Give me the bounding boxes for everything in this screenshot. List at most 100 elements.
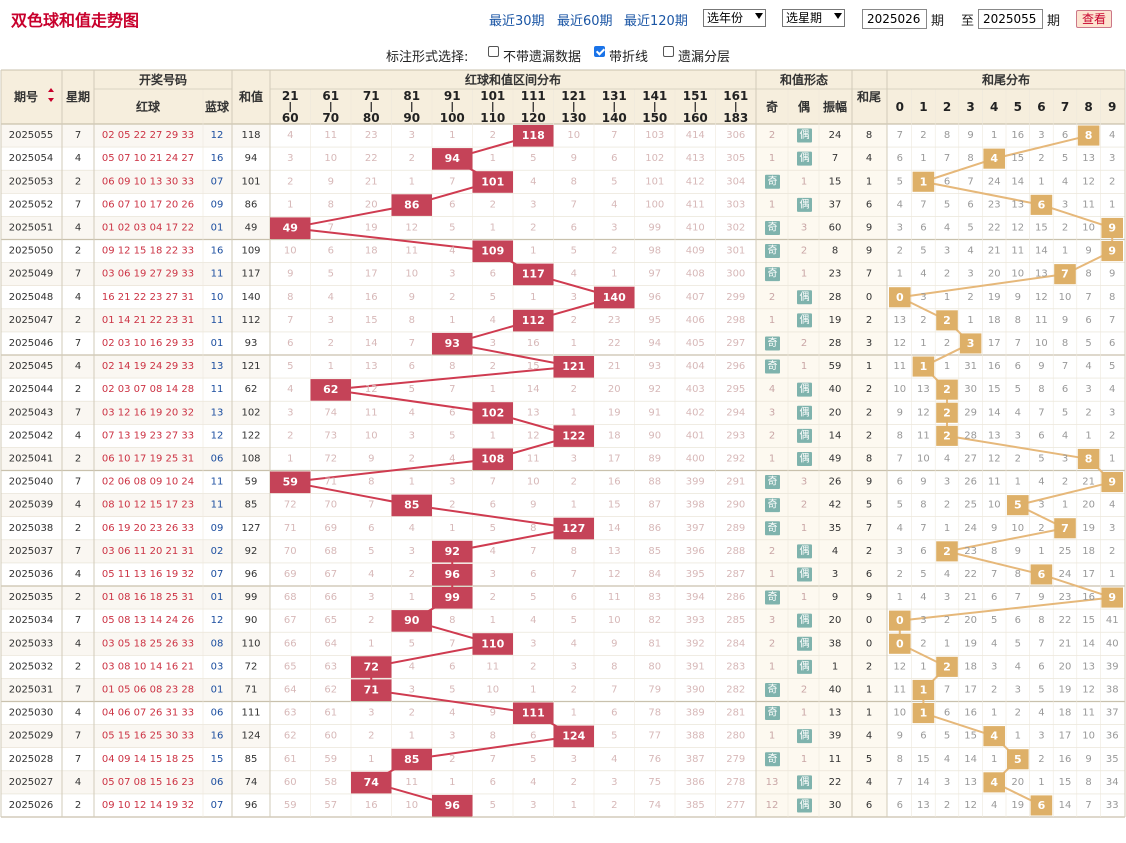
omission-value: 4 <box>409 407 415 418</box>
tail-value: 5 <box>866 500 872 511</box>
tail-omission: 4 <box>944 569 950 580</box>
tail-omission: 6 <box>1038 661 1044 672</box>
tail-omission: 4 <box>1038 708 1044 719</box>
tail-omission: 3 <box>1038 130 1044 141</box>
tail-omission: 8 <box>1015 569 1021 580</box>
amplitude-value: 30 <box>829 800 842 811</box>
red-balls: 04 09 14 15 18 25 <box>102 754 194 765</box>
omission-value: 391 <box>686 661 705 672</box>
blue-ball: 06 <box>211 708 224 719</box>
sum-hit-value: 99 <box>445 591 460 604</box>
omission-value: 4 <box>571 269 577 280</box>
sum-hit-value: 72 <box>364 660 379 673</box>
weekday-value: 4 <box>75 292 81 303</box>
tail-omission: 15 <box>988 384 1001 395</box>
sum-hit-value: 59 <box>283 476 298 489</box>
range-top-label: 101 <box>480 89 505 103</box>
range-top-label: 71 <box>363 89 380 103</box>
tail-hit-value: 9 <box>1108 245 1116 258</box>
tail-value: 1 <box>866 708 872 719</box>
tail-omission: 6 <box>1015 615 1021 626</box>
omission-value: 2 <box>530 661 536 672</box>
tail-omission: 20 <box>1059 661 1072 672</box>
tail-omission: 6 <box>920 222 926 233</box>
tail-omission: 7 <box>897 777 903 788</box>
weekday-value: 2 <box>75 384 81 395</box>
omission-value: 5 <box>409 638 415 649</box>
tail-omission: 20 <box>964 615 977 626</box>
tail-omission: 2 <box>944 800 950 811</box>
red-balls: 02 03 10 16 29 33 <box>102 338 194 349</box>
tail-omission: 2 <box>920 315 926 326</box>
issue-number: 2025052 <box>9 199 54 210</box>
tail-digit-header: 6 <box>1037 100 1045 114</box>
tail-omission: 24 <box>964 523 977 534</box>
omission-value: 100 <box>645 199 664 210</box>
omission-value: 3 <box>571 292 577 303</box>
odd-omission: 1 <box>769 731 775 742</box>
tail-value: 6 <box>866 199 872 210</box>
tail-omission: 39 <box>1106 661 1119 672</box>
tail-hit-value: 3 <box>967 337 975 350</box>
odd-badge-label: 奇 <box>768 590 778 603</box>
tail-omission: 21 <box>964 592 977 603</box>
omission-value: 71 <box>324 477 337 488</box>
omission-value: 408 <box>686 269 705 280</box>
omission-value: 8 <box>530 523 536 534</box>
tail-digit-header: 2 <box>943 100 951 114</box>
blue-ball: 16 <box>211 246 224 257</box>
issue-number: 2025050 <box>9 246 54 257</box>
tail-omission: 20 <box>988 269 1001 280</box>
tail-omission: 5 <box>1109 361 1115 372</box>
tail-omission: 5 <box>1085 338 1091 349</box>
tail-digit-header: 5 <box>1014 100 1022 114</box>
tail-omission: 9 <box>897 407 903 418</box>
omission-value: 68 <box>324 546 337 557</box>
omission-value: 2 <box>328 338 334 349</box>
omission-value: 7 <box>611 684 617 695</box>
tail-omission: 9 <box>1085 246 1091 257</box>
issue-number: 2025046 <box>9 338 54 349</box>
tail-hit-value: 0 <box>896 614 904 627</box>
tail-omission: 13 <box>917 384 930 395</box>
amplitude-value: 7 <box>832 153 838 164</box>
tail-omission: 21 <box>988 246 1001 257</box>
even-badge-label: 偶 <box>800 636 810 649</box>
blue-ball: 07 <box>211 800 224 811</box>
omission-value: 399 <box>686 477 705 488</box>
range-bottom-label: 110 <box>480 111 505 125</box>
omission-value: 22 <box>365 153 378 164</box>
odd-badge-label: 奇 <box>768 336 778 349</box>
tail-omission: 7 <box>1038 407 1044 418</box>
tail-omission: 15 <box>1035 222 1048 233</box>
weekday-value: 4 <box>75 638 81 649</box>
issue-number: 2025039 <box>9 500 54 511</box>
even-omission: 3 <box>801 477 807 488</box>
tail-omission: 33 <box>1106 800 1119 811</box>
omission-value: 5 <box>287 361 293 372</box>
range-top-label: 91 <box>444 89 461 103</box>
omission-value: 60 <box>324 731 337 742</box>
omission-value: 6 <box>409 361 415 372</box>
tail-omission: 5 <box>967 222 973 233</box>
omission-value: 299 <box>726 292 745 303</box>
omission-value: 6 <box>449 661 455 672</box>
red-balls: 05 15 16 25 30 33 <box>102 731 194 742</box>
omission-value: 283 <box>726 661 745 672</box>
tail-omission: 14 <box>1035 246 1048 257</box>
tail-omission: 13 <box>1011 199 1024 210</box>
omission-value: 304 <box>726 176 745 187</box>
omission-value: 3 <box>571 453 577 464</box>
tail-value: 1 <box>866 684 872 695</box>
issue-number: 2025038 <box>9 523 54 534</box>
tail-omission: 7 <box>991 569 997 580</box>
omission-value: 277 <box>726 800 745 811</box>
omission-value: 74 <box>324 407 337 418</box>
omission-value: 414 <box>686 130 705 141</box>
tail-value: 9 <box>866 477 872 488</box>
issue-number: 2025047 <box>9 315 54 326</box>
tail-omission: 12 <box>893 338 906 349</box>
tail-omission: 8 <box>1085 269 1091 280</box>
omission-value: 8 <box>490 731 496 742</box>
tail-omission: 4 <box>1109 384 1115 395</box>
